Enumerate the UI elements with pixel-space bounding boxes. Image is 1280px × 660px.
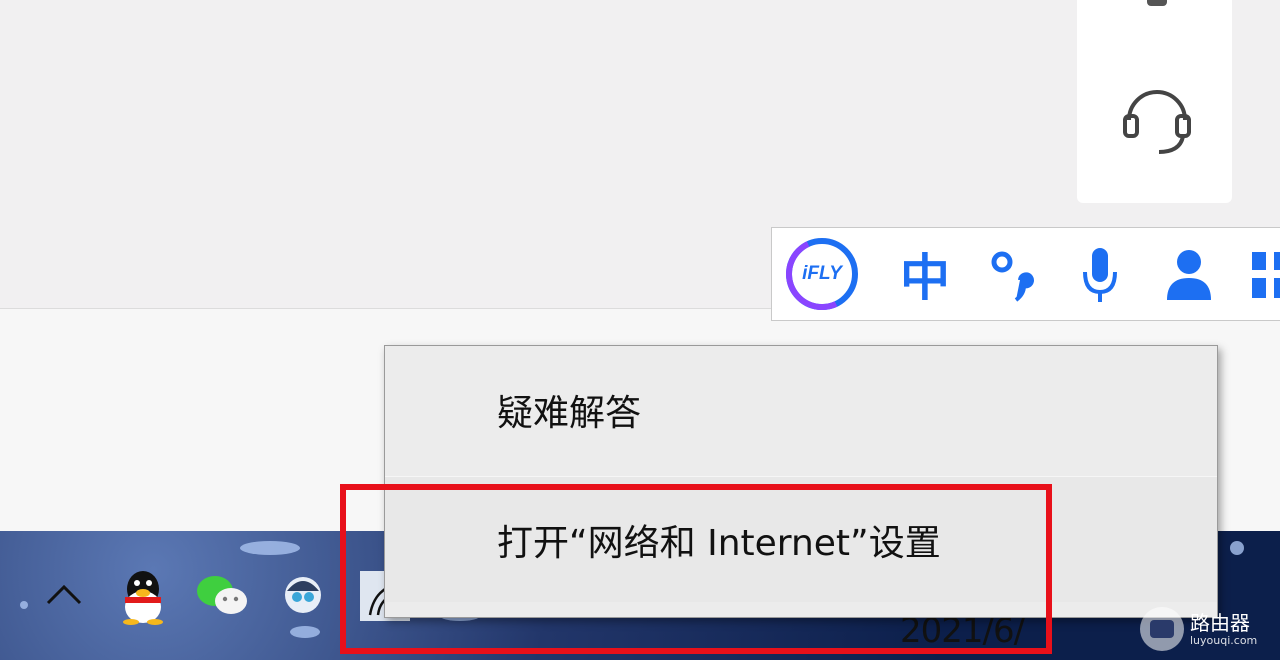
- ime-toolbar: iFLY 中: [771, 227, 1280, 321]
- grid-menu-icon[interactable]: [1250, 228, 1280, 320]
- ifly-logo-text: iFLY: [802, 263, 842, 284]
- router-chat-icon: [1140, 607, 1184, 651]
- menu-item-network-settings[interactable]: 打开“网络和 Internet”设置: [385, 476, 1217, 602]
- user-icon[interactable]: [1162, 228, 1216, 320]
- watermark-title: 路由器: [1190, 610, 1250, 635]
- show-hidden-icons-chevron[interactable]: [44, 579, 84, 609]
- menu-item-troubleshoot[interactable]: 疑难解答: [385, 346, 1217, 474]
- punctuation-icon[interactable]: [986, 228, 1036, 320]
- chinese-mode-button[interactable]: 中: [890, 228, 960, 320]
- network-context-menu: 疑难解答 打开“网络和 Internet”设置: [384, 345, 1218, 618]
- support-panel: [1077, 0, 1232, 203]
- qq-icon[interactable]: [117, 567, 169, 625]
- watermark-subtitle: luyouqi.com: [1190, 633, 1258, 647]
- menu-item-label: 疑难解答: [497, 393, 642, 434]
- wechat-icon[interactable]: [193, 571, 251, 621]
- app-avatar-icon[interactable]: [281, 575, 325, 615]
- microphone-icon[interactable]: [1075, 228, 1125, 320]
- headset-icon[interactable]: [1121, 80, 1193, 160]
- watermark: 路由器 luyouqi.com: [1140, 598, 1280, 660]
- ifly-logo[interactable]: iFLY: [775, 227, 869, 321]
- menu-item-label: 打开“网络和 Internet”设置: [497, 522, 941, 564]
- partial-icon: [1147, 0, 1167, 6]
